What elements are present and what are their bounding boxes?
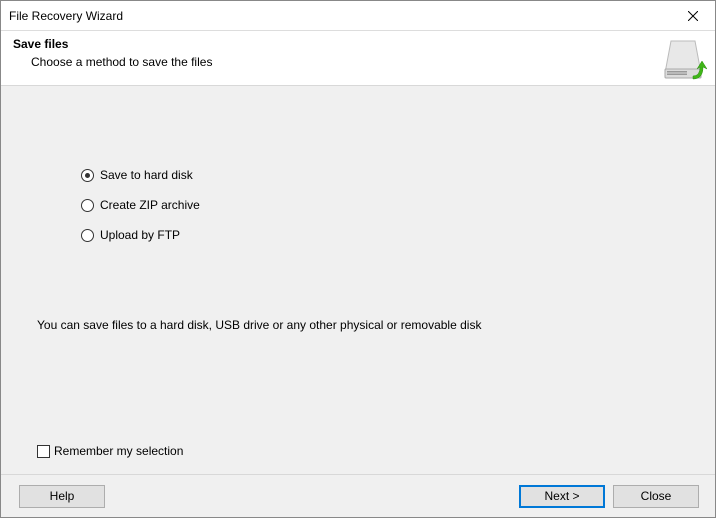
method-description: You can save files to a hard disk, USB d… bbox=[37, 318, 481, 332]
content-area: Save to hard disk Create ZIP archive Upl… bbox=[1, 86, 715, 474]
close-icon[interactable] bbox=[670, 1, 715, 30]
titlebar: File Recovery Wizard bbox=[1, 1, 715, 31]
radio-label: Save to hard disk bbox=[100, 168, 193, 182]
checkbox-icon bbox=[37, 445, 50, 458]
checkbox-label: Remember my selection bbox=[54, 444, 183, 458]
radio-save-hard-disk[interactable]: Save to hard disk bbox=[81, 168, 695, 182]
radio-create-zip[interactable]: Create ZIP archive bbox=[81, 198, 695, 212]
remember-selection-checkbox[interactable]: Remember my selection bbox=[37, 444, 183, 458]
radio-icon bbox=[81, 199, 94, 212]
recovery-drive-icon bbox=[659, 35, 707, 83]
radio-icon bbox=[81, 229, 94, 242]
next-button[interactable]: Next > bbox=[519, 485, 605, 508]
radio-label: Upload by FTP bbox=[100, 228, 180, 242]
save-method-group: Save to hard disk Create ZIP archive Upl… bbox=[21, 86, 695, 242]
help-button[interactable]: Help bbox=[19, 485, 105, 508]
footer: Help Next > Close bbox=[1, 474, 715, 517]
close-button[interactable]: Close bbox=[613, 485, 699, 508]
header-title: Save files bbox=[13, 37, 703, 51]
radio-icon bbox=[81, 169, 94, 182]
radio-label: Create ZIP archive bbox=[100, 198, 200, 212]
header-subtitle: Choose a method to save the files bbox=[31, 55, 703, 69]
radio-upload-ftp[interactable]: Upload by FTP bbox=[81, 228, 695, 242]
wizard-header: Save files Choose a method to save the f… bbox=[1, 31, 715, 86]
window-title: File Recovery Wizard bbox=[9, 9, 123, 23]
